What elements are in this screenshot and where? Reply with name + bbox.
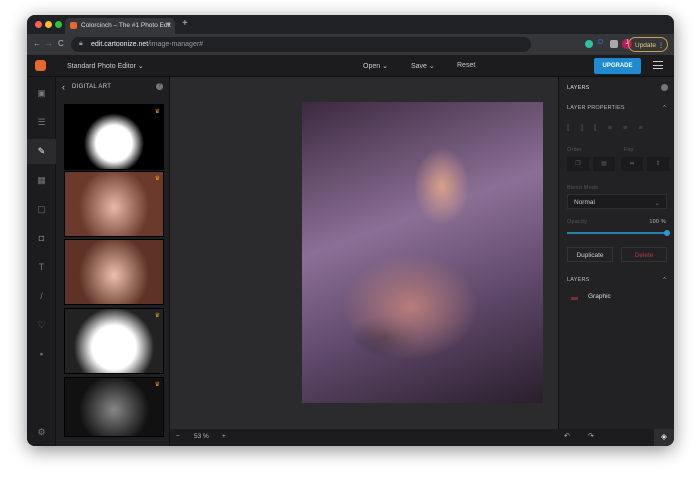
text-tool-icon[interactable]: T bbox=[27, 255, 56, 280]
open-menu[interactable]: Open ⌄ bbox=[363, 62, 388, 70]
update-button[interactable]: Update ⋮ bbox=[628, 37, 668, 52]
layers-panel: LAYERS LAYER PROPERTIES ^ ⫿ ⫿ ⫿ ≡ ≡ ≡ Or… bbox=[558, 77, 674, 429]
extension-d-icon[interactable]: D bbox=[598, 39, 606, 47]
blend-mode-label: Blend Mode bbox=[567, 185, 599, 191]
effects-panel: ‹ DIGITAL ART ? ♛ ♛ ♛ ♛ bbox=[56, 77, 170, 446]
premium-crown-icon: ♛ bbox=[154, 382, 160, 388]
edited-photo[interactable] bbox=[302, 102, 543, 403]
flip-vertical-icon[interactable]: ⇕ bbox=[647, 157, 669, 171]
blend-mode-select[interactable]: Normal ⌄ bbox=[567, 194, 667, 209]
frame-tool-icon[interactable]: ▢ bbox=[27, 197, 56, 222]
grid-tool-icon[interactable]: ▦ bbox=[27, 168, 56, 193]
help-icon[interactable]: ? bbox=[156, 83, 163, 90]
new-tab-button[interactable]: + bbox=[182, 18, 188, 29]
layers-panel-title: LAYERS bbox=[567, 85, 590, 91]
effect-thumbnail[interactable]: ♛ bbox=[64, 104, 164, 170]
favicon-icon bbox=[70, 22, 77, 29]
browser-window: Colorcinch – The #1 Photo Edit × + ← → C… bbox=[27, 15, 674, 446]
bring-forward-icon[interactable]: ❐ bbox=[567, 157, 589, 171]
layer-item[interactable]: Graphic bbox=[567, 291, 667, 305]
reset-button[interactable]: Reset bbox=[457, 62, 475, 69]
save-menu[interactable]: Save ⌄ bbox=[411, 62, 435, 70]
opacity-slider-thumb[interactable] bbox=[664, 230, 670, 236]
zoom-in-button[interactable]: + bbox=[222, 433, 226, 440]
opacity-label: Opacity bbox=[567, 219, 588, 225]
tab-close-icon[interactable]: × bbox=[166, 21, 170, 28]
back-icon[interactable]: ‹ bbox=[62, 82, 65, 92]
opacity-slider-fill bbox=[567, 232, 667, 234]
canvas-area bbox=[170, 77, 558, 429]
effects-wand-icon[interactable]: ✎ bbox=[27, 139, 56, 164]
flip-label: Flip bbox=[624, 147, 634, 153]
flip-horizontal-icon[interactable]: ⇹ bbox=[621, 157, 643, 171]
update-label: Update bbox=[635, 42, 656, 49]
effect-thumbnail[interactable]: ♛ bbox=[64, 308, 164, 374]
premium-crown-icon: ♛ bbox=[154, 176, 160, 182]
settings-icon[interactable]: ⚙ bbox=[27, 420, 56, 445]
layer-properties-heading: LAYER PROPERTIES bbox=[567, 105, 625, 111]
editor-mode-dropdown[interactable]: Standard Photo Editor ⌄ bbox=[67, 62, 144, 70]
help-icon[interactable] bbox=[661, 84, 668, 91]
image-tool-icon[interactable]: ▣ bbox=[27, 81, 56, 106]
mask-tool-icon[interactable]: ◘ bbox=[27, 226, 56, 251]
opacity-slider[interactable] bbox=[567, 230, 670, 236]
forward-button[interactable]: → bbox=[45, 39, 53, 48]
undo-icon[interactable]: ↶ bbox=[564, 432, 570, 440]
order-label: Order bbox=[567, 147, 583, 153]
back-button[interactable]: ← bbox=[33, 39, 41, 48]
upgrade-button[interactable]: UPGRADE bbox=[594, 58, 641, 74]
effect-thumbnail[interactable]: ♛ bbox=[64, 377, 164, 437]
send-backward-icon[interactable]: ▤ bbox=[593, 157, 615, 171]
collapse-properties-icon[interactable]: ^ bbox=[663, 105, 666, 111]
tab-title: Colorcinch – The #1 Photo Edit bbox=[81, 22, 171, 29]
adjust-tool-icon[interactable]: ☰ bbox=[27, 110, 56, 135]
tool-rail: ▣ ☰ ✎ ▦ ▢ ◘ T / ♡ ▪ ⚙ bbox=[27, 77, 56, 446]
reload-button[interactable]: C bbox=[58, 39, 64, 48]
align-buttons[interactable]: ⫿ ⫿ ⫿ ≡ ≡ ≡ bbox=[567, 125, 643, 133]
save-label: Save bbox=[411, 63, 427, 70]
collapse-layers-icon[interactable]: ^ bbox=[663, 277, 666, 283]
minimize-window-button[interactable] bbox=[45, 21, 52, 28]
effect-thumbnail[interactable] bbox=[64, 239, 164, 305]
panel-title: DIGITAL ART bbox=[72, 84, 112, 90]
layer-thumbnail bbox=[571, 297, 578, 300]
draw-tool-icon[interactable]: / bbox=[27, 284, 56, 309]
layers-list-heading: LAYERS bbox=[567, 277, 590, 283]
maximize-window-button[interactable] bbox=[55, 21, 62, 28]
premium-crown-icon: ♛ bbox=[154, 313, 160, 319]
redo-icon[interactable]: ↷ bbox=[588, 432, 594, 440]
colorcinch-logo[interactable] bbox=[35, 60, 46, 71]
duplicate-button[interactable]: Duplicate bbox=[567, 247, 613, 262]
address-bar-row: ← → C 🔒︎ edit.cartoonize.net/image-manage… bbox=[27, 34, 674, 55]
close-window-button[interactable] bbox=[35, 21, 42, 28]
puzzle-icon[interactable] bbox=[610, 40, 618, 48]
delete-button[interactable]: Delete bbox=[621, 247, 667, 262]
browser-tab[interactable]: Colorcinch – The #1 Photo Edit × bbox=[65, 18, 175, 34]
opacity-value: 100 % bbox=[649, 219, 666, 225]
layers-toggle-icon[interactable]: ◈ bbox=[654, 429, 674, 446]
blend-mode-value: Normal bbox=[574, 199, 595, 206]
editor-mode-label: Standard Photo Editor bbox=[67, 63, 136, 70]
zoom-out-button[interactable]: − bbox=[176, 433, 180, 440]
extension-icon[interactable] bbox=[585, 40, 593, 48]
lock-icon: 🔒︎ bbox=[79, 40, 83, 47]
right-bottom-bar: ↶ ↷ ◈ bbox=[558, 429, 674, 446]
effect-thumbnail[interactable]: ♛ bbox=[64, 171, 164, 237]
premium-crown-icon: ♛ bbox=[154, 109, 160, 115]
url-input[interactable]: 🔒︎ edit.cartoonize.net/image-manager# bbox=[71, 37, 531, 52]
open-label: Open bbox=[363, 63, 381, 70]
tab-bar: Colorcinch – The #1 Photo Edit × + bbox=[27, 15, 674, 34]
url-domain: edit.cartoonize.net bbox=[91, 41, 149, 48]
hamburger-menu-icon[interactable] bbox=[653, 61, 663, 69]
zoom-bar: − 53 % + ↶ ↷ bbox=[170, 429, 637, 446]
url-path: /image-manager# bbox=[148, 41, 204, 48]
zoom-level: 53 % bbox=[194, 433, 209, 440]
layer-name: Graphic bbox=[588, 293, 611, 300]
background-tool-icon[interactable]: ▪ bbox=[27, 342, 56, 367]
heart-overlay-icon[interactable]: ♡ bbox=[27, 313, 56, 338]
app-header: Standard Photo Editor ⌄ Open ⌄ Save ⌄ Re… bbox=[27, 55, 674, 77]
